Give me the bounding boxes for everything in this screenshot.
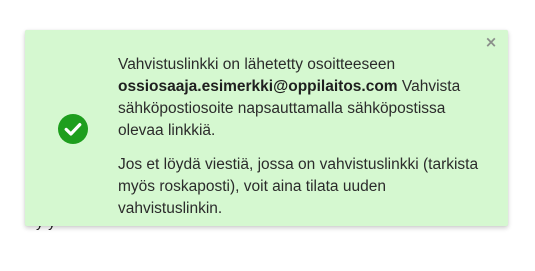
success-notice: × Vahvistuslinkki on lähetetty osoittees… [25, 30, 508, 226]
confirmation-paragraph: Vahvistuslinkki on lähetetty osoitteesee… [118, 54, 488, 142]
resend-paragraph: Jos et löydä viestiä, jossa on vahvistus… [118, 156, 479, 217]
message-prefix: Vahvistuslinkki on lähetetty osoitteesee… [118, 56, 396, 73]
page: y y × Vahvistuslinkki on lähetetty osoit… [0, 0, 535, 271]
notice-message: Vahvistuslinkki on lähetetty osoitteesee… [118, 54, 488, 220]
check-circle-icon [58, 114, 88, 144]
close-icon[interactable]: × [483, 34, 499, 50]
email-address: ossiosaaja.esimerkki@oppilaitos.com [118, 78, 398, 95]
